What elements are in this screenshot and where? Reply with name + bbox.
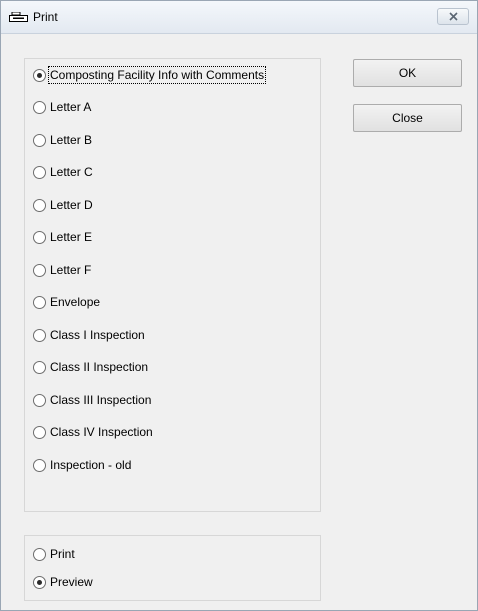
- radio-button[interactable]: [33, 230, 46, 244]
- print-dialog: Print Composting Facility Info with Comm…: [0, 0, 478, 611]
- window-close-button[interactable]: [437, 8, 469, 25]
- output-mode-group: Print Preview: [24, 535, 321, 601]
- radio-option-class-ii-inspection[interactable]: Class II Inspection: [33, 357, 149, 377]
- radio-label: Letter B: [50, 133, 93, 147]
- radio-button[interactable]: [33, 68, 46, 82]
- radio-option-print[interactable]: Print: [33, 544, 76, 564]
- radio-option-letter-f[interactable]: Letter F: [33, 260, 92, 280]
- radio-label: Composting Facility Info with Comments: [47, 66, 267, 84]
- radio-button[interactable]: [33, 295, 46, 309]
- window-title: Print: [33, 10, 58, 24]
- radio-option-letter-a[interactable]: Letter A: [33, 97, 92, 117]
- radio-label: Letter D: [50, 198, 93, 212]
- radio-option-inspection-old[interactable]: Inspection - old: [33, 455, 132, 475]
- radio-button[interactable]: [33, 458, 46, 472]
- radio-option-preview[interactable]: Preview: [33, 572, 94, 592]
- close-button[interactable]: Close: [353, 104, 462, 132]
- radio-button[interactable]: [33, 575, 46, 589]
- radio-button[interactable]: [33, 328, 46, 342]
- radio-button[interactable]: [33, 393, 46, 407]
- radio-label: Letter F: [50, 263, 92, 277]
- radio-option-class-iv-inspection[interactable]: Class IV Inspection: [33, 422, 154, 442]
- radio-option-letter-d[interactable]: Letter D: [33, 195, 94, 215]
- radio-option-envelope[interactable]: Envelope: [33, 292, 101, 312]
- radio-option-composting-facility-info[interactable]: Composting Facility Info with Comments: [33, 65, 267, 85]
- radio-button[interactable]: [33, 198, 46, 212]
- ok-button[interactable]: OK: [353, 59, 462, 87]
- close-icon: [449, 12, 458, 21]
- title-bar: Print: [1, 1, 477, 34]
- report-type-group: Composting Facility Info with Comments L…: [24, 58, 321, 512]
- radio-option-class-iii-inspection[interactable]: Class III Inspection: [33, 390, 152, 410]
- radio-label: Print: [50, 547, 75, 561]
- radio-label: Inspection - old: [50, 458, 132, 472]
- radio-option-letter-e[interactable]: Letter E: [33, 227, 93, 247]
- radio-label: Letter C: [50, 165, 93, 179]
- radio-button[interactable]: [33, 263, 46, 277]
- radio-label: Letter E: [50, 230, 93, 244]
- radio-label: Letter A: [50, 100, 92, 114]
- radio-label: Envelope: [50, 295, 101, 309]
- radio-button[interactable]: [33, 133, 46, 147]
- radio-button[interactable]: [33, 425, 46, 439]
- radio-label: Class I Inspection: [50, 328, 145, 342]
- radio-option-letter-c[interactable]: Letter C: [33, 162, 94, 182]
- radio-button[interactable]: [33, 360, 46, 374]
- radio-label: Class IV Inspection: [50, 425, 153, 439]
- radio-option-class-i-inspection[interactable]: Class I Inspection: [33, 325, 146, 345]
- radio-button[interactable]: [33, 100, 46, 114]
- radio-label: Preview: [50, 575, 93, 589]
- printer-icon: [9, 12, 28, 22]
- radio-button[interactable]: [33, 165, 46, 179]
- radio-label: Class III Inspection: [50, 393, 152, 407]
- radio-option-letter-b[interactable]: Letter B: [33, 130, 93, 150]
- radio-button[interactable]: [33, 547, 46, 561]
- radio-label: Class II Inspection: [50, 360, 149, 374]
